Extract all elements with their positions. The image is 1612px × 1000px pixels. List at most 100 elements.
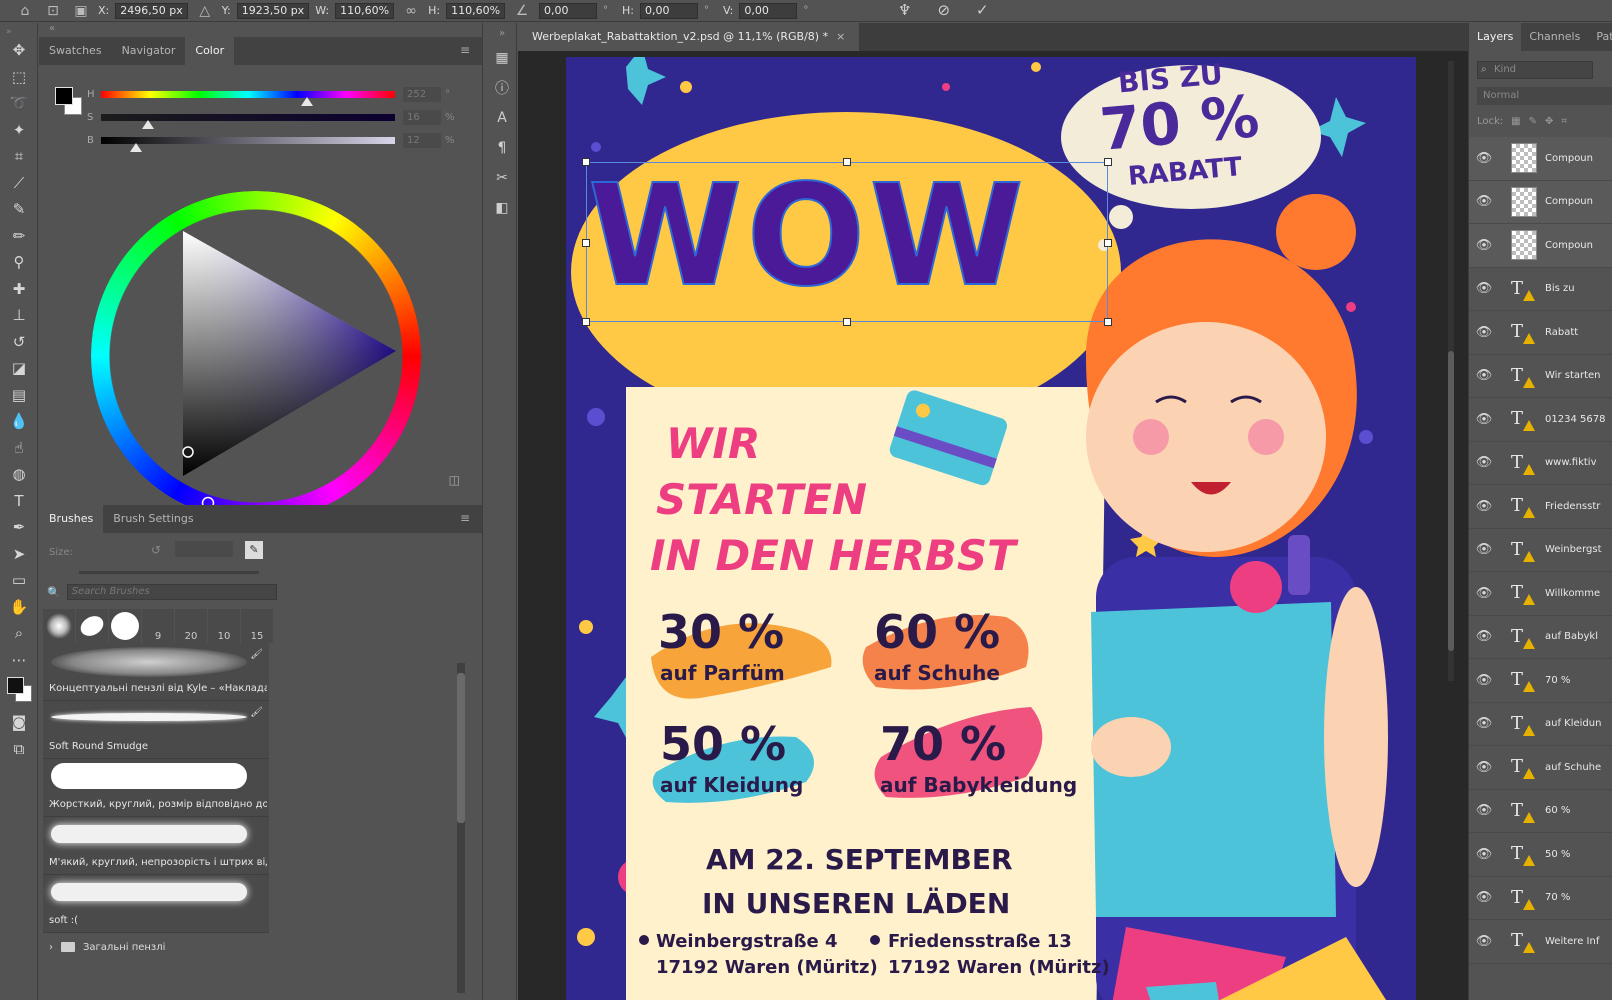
zoom-tool-icon[interactable]: ⌕ xyxy=(0,620,38,647)
lock-artboard-icon[interactable]: ⌗ xyxy=(1561,116,1567,127)
headline-herbst[interactable]: IN DEN HERBST xyxy=(650,531,1016,580)
layer-row[interactable]: 👁 T Weinbergst xyxy=(1469,529,1612,572)
tool-presets-icon[interactable]: ✂ xyxy=(487,163,517,193)
layer-row[interactable]: 👁 T 70 % xyxy=(1469,877,1612,920)
offer-label[interactable]: auf Kleidung xyxy=(660,773,803,797)
preset-brush[interactable] xyxy=(43,609,75,643)
layer-row[interactable]: 👁 Tauf Babykl xyxy=(1469,616,1612,659)
canvas-scrollbar[interactable] xyxy=(1446,61,1454,681)
history-panel-icon[interactable]: ▦ xyxy=(487,43,517,73)
transform-handle[interactable] xyxy=(1104,239,1112,247)
quick-mask-icon[interactable]: ◙ xyxy=(0,709,38,736)
saturation-value[interactable]: 16 xyxy=(403,110,441,125)
visibility-eye-icon[interactable]: 👁 xyxy=(1469,847,1499,862)
layer-row[interactable]: 👁 Twww.fiktiv xyxy=(1469,442,1612,485)
magic-wand-tool-icon[interactable]: ✦ xyxy=(0,117,38,144)
layer-filter-kind[interactable]: ⌕ Kind xyxy=(1477,61,1593,79)
layer-row[interactable]: 👁 T Bis zu xyxy=(1469,268,1612,311)
path-selection-tool-icon[interactable]: ➤ xyxy=(0,541,38,568)
brush-scrollbar[interactable] xyxy=(457,663,465,993)
close-icon[interactable]: × xyxy=(836,30,845,43)
mixer-brush-tool-icon[interactable]: ⚲ xyxy=(0,249,38,276)
tab-swatches[interactable]: Swatches xyxy=(39,37,112,65)
character-panel-icon[interactable]: A xyxy=(487,103,517,133)
reset-size-icon[interactable]: ↺ xyxy=(151,543,161,557)
brightness-thumb[interactable] xyxy=(130,143,143,152)
layer-row[interactable]: 👁 T Friedensstr xyxy=(1469,485,1612,529)
transform-handle[interactable] xyxy=(582,158,590,166)
address1-street[interactable]: Weinbergstraße 4 xyxy=(656,931,838,952)
brush-item[interactable]: Жорсткий, круглий, розмір відповідно до … xyxy=(43,759,269,817)
eyedropper-tool-icon[interactable]: ⟋ xyxy=(0,170,38,197)
headline-starten[interactable]: STARTEN xyxy=(656,475,867,524)
visibility-eye-icon[interactable]: 👁 xyxy=(1469,716,1499,731)
lock-pixels-icon[interactable]: ▦ xyxy=(1511,116,1520,127)
visibility-eye-icon[interactable]: 👁 xyxy=(1469,151,1499,166)
preset-brush[interactable]: 10 xyxy=(208,609,240,643)
address1-city[interactable]: 17192 Waren (Müritz) xyxy=(656,957,878,978)
visibility-eye-icon[interactable]: 👁 xyxy=(1469,281,1499,296)
layer-row[interactable]: 👁 T 50 % xyxy=(1469,833,1612,877)
visibility-eye-icon[interactable]: 👁 xyxy=(1469,890,1499,905)
lock-paint-icon[interactable]: ✎ xyxy=(1529,116,1537,127)
visibility-eye-icon[interactable]: 👁 xyxy=(1469,368,1499,383)
layer-row[interactable]: 👁 T Wir starten xyxy=(1469,355,1612,398)
reference-point-icon[interactable]: ▣ xyxy=(70,3,92,19)
tab-layers[interactable]: Layers xyxy=(1469,23,1522,51)
x-field[interactable]: 2496,50 px xyxy=(115,2,188,19)
visibility-eye-icon[interactable]: 👁 xyxy=(1469,760,1499,775)
hand-tool-icon[interactable]: ✋ xyxy=(0,594,38,621)
stamp-tool-icon[interactable]: ⊥ xyxy=(0,302,38,329)
move-tool-icon[interactable]: ✥ xyxy=(0,37,38,64)
visibility-eye-icon[interactable]: 👁 xyxy=(1469,412,1499,427)
visibility-eye-icon[interactable]: 👁 xyxy=(1469,455,1499,470)
brush-tool-icon[interactable]: ✎ xyxy=(0,196,38,223)
blend-mode-select[interactable]: Normal xyxy=(1477,87,1612,105)
visibility-eye-icon[interactable]: 👁 xyxy=(1469,673,1499,688)
blur-tool-icon[interactable]: 💧 xyxy=(0,408,38,435)
pen-tool-icon[interactable]: ✒ xyxy=(0,514,38,541)
color-wheel[interactable] xyxy=(91,191,421,521)
color-triangle[interactable] xyxy=(91,191,421,521)
address2-city[interactable]: 17192 Waren (Müritz) xyxy=(888,957,1110,978)
angle-field[interactable]: 0,00 xyxy=(539,2,598,19)
tab-paths[interactable]: Paths xyxy=(1588,23,1612,51)
color-options-icon[interactable]: ◫ xyxy=(449,473,460,487)
crop-tool-icon[interactable]: ⌗ xyxy=(0,143,38,170)
tab-navigator[interactable]: Navigator xyxy=(112,37,186,65)
poster-artwork[interactable]: BIS ZU 70 % RABATT WOW WIR STARTEN IN DE… xyxy=(566,57,1416,1000)
visibility-eye-icon[interactable]: 👁 xyxy=(1469,586,1499,601)
smudge-tool-icon[interactable]: ☝ xyxy=(0,435,38,462)
layer-row[interactable]: 👁 T Willkomme xyxy=(1469,572,1612,616)
color-fg-bg-swatch[interactable] xyxy=(55,87,87,119)
layer-row[interactable]: 👁 Compoun xyxy=(1469,224,1612,268)
offer-percent[interactable]: 30 % xyxy=(658,605,784,659)
preset-brush[interactable]: 15 xyxy=(241,609,273,643)
screen-mode-icon[interactable]: ⧉ xyxy=(0,736,38,763)
date-line1[interactable]: AM 22. SEPTEMBER xyxy=(706,843,1013,876)
commit-transform-icon[interactable]: ✓ xyxy=(976,1,989,19)
visibility-eye-icon[interactable]: 👁 xyxy=(1469,194,1499,209)
h-field[interactable]: 110,60% xyxy=(446,2,506,19)
preset-brush[interactable] xyxy=(76,609,108,643)
canvas-area[interactable]: BIS ZU 70 % RABATT WOW WIR STARTEN IN DE… xyxy=(518,51,1468,1000)
marquee-tool-icon[interactable]: ⬚ xyxy=(0,64,38,91)
visibility-eye-icon[interactable]: 👁 xyxy=(1469,325,1499,340)
hue-slider[interactable] xyxy=(101,91,395,106)
offer-percent[interactable]: 70 % xyxy=(880,717,1006,771)
info-panel-icon[interactable]: ⓘ xyxy=(487,73,517,103)
brush-scroll-thumb[interactable] xyxy=(457,673,465,823)
expand-icon[interactable]: » xyxy=(487,23,517,43)
layer-row[interactable]: 👁 T Weitere Inf xyxy=(1469,920,1612,964)
visibility-eye-icon[interactable]: 👁 xyxy=(1469,803,1499,818)
visibility-eye-icon[interactable]: 👁 xyxy=(1469,499,1499,514)
brush-panel-menu-icon[interactable]: ≡ xyxy=(460,511,470,525)
tab-color[interactable]: Color xyxy=(185,37,235,65)
canvas-scroll-thumb[interactable] xyxy=(1448,351,1454,651)
warp-icon[interactable]: ♆ xyxy=(898,1,911,19)
sponge-tool-icon[interactable]: ◍ xyxy=(0,461,38,488)
tab-channels[interactable]: Channels xyxy=(1521,23,1588,51)
transform-handle[interactable] xyxy=(843,158,851,166)
offer-label[interactable]: auf Schuhe xyxy=(874,661,1000,685)
brush-search-input[interactable]: Search Brushes xyxy=(66,584,277,600)
